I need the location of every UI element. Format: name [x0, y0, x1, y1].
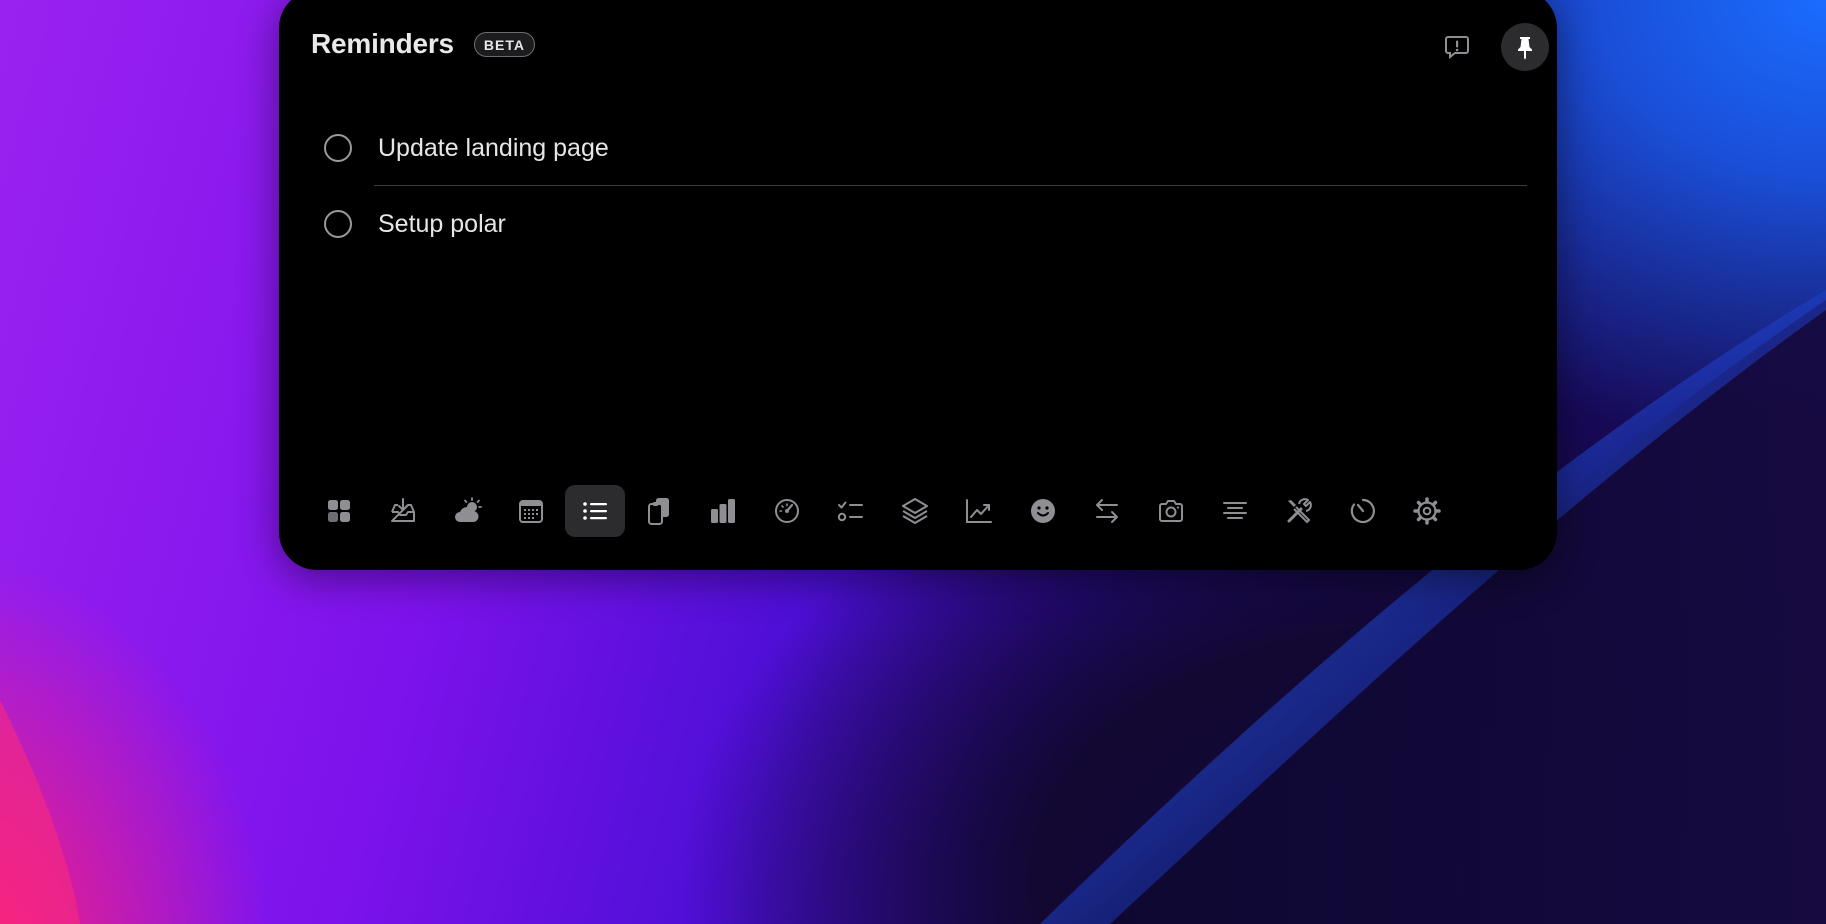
tool-timer[interactable] [1333, 485, 1393, 537]
camera-icon [1159, 500, 1183, 522]
feedback-bubble-icon [1445, 36, 1469, 60]
tool-speed[interactable] [757, 485, 817, 537]
tool-calendar[interactable] [501, 485, 561, 537]
reminder-item[interactable]: Setup polar [324, 186, 1527, 262]
layers-icon [902, 498, 928, 524]
text-align-center-icon [1223, 502, 1247, 519]
tool-reminders-list[interactable] [565, 485, 625, 537]
line-chart-icon [966, 499, 992, 523]
calendar-icon [519, 500, 543, 523]
tool-checklist[interactable] [821, 485, 881, 537]
pin-button[interactable] [1501, 23, 1549, 71]
list-icon [583, 502, 607, 520]
widget-header: Reminders BETA [311, 28, 535, 60]
tool-clipboard[interactable] [629, 485, 689, 537]
reminders-list: Update landing page Setup polar [324, 110, 1527, 262]
tool-swap[interactable] [1077, 485, 1137, 537]
widget-title: Reminders [311, 28, 454, 59]
pin-icon [1518, 37, 1532, 60]
tool-weather[interactable] [437, 485, 497, 537]
reminder-label[interactable]: Update landing page [378, 134, 609, 163]
reminder-item[interactable]: Update landing page [324, 110, 1527, 186]
widgets-grid-icon [328, 500, 350, 522]
arrows-swap-icon [1096, 499, 1118, 523]
tool-inbox[interactable] [373, 485, 433, 537]
inbox-download-icon [391, 498, 415, 522]
tool-widgets[interactable] [309, 485, 369, 537]
checklist-icon [837, 501, 863, 522]
tool-stats[interactable] [693, 485, 753, 537]
tool-layers[interactable] [885, 485, 945, 537]
clipboard-icon [648, 498, 669, 525]
reminder-checkbox[interactable] [324, 134, 352, 162]
settings-gear-icon [1413, 497, 1441, 525]
tools-icon [1287, 498, 1312, 524]
bar-chart-icon [711, 499, 735, 523]
feedback-button[interactable] [1433, 23, 1481, 71]
widget-toolbar [309, 485, 1457, 537]
tool-camera[interactable] [1141, 485, 1201, 537]
reminder-label[interactable]: Setup polar [378, 210, 506, 239]
speedometer-icon [775, 499, 799, 523]
tool-text[interactable] [1205, 485, 1265, 537]
tool-emoji[interactable] [1013, 485, 1073, 537]
tool-trends[interactable] [949, 485, 1009, 537]
reminder-checkbox[interactable] [324, 210, 352, 238]
beta-badge: BETA [473, 31, 535, 57]
desktop-wallpaper: Reminders BETA Update landing page Setup… [0, 0, 1826, 924]
weather-icon [455, 497, 482, 522]
emoji-icon [1031, 499, 1055, 523]
tool-utilities[interactable] [1269, 485, 1329, 537]
tool-settings[interactable] [1397, 485, 1457, 537]
timer-icon [1350, 498, 1375, 524]
reminders-widget: Reminders BETA Update landing page Setup… [279, 0, 1557, 570]
